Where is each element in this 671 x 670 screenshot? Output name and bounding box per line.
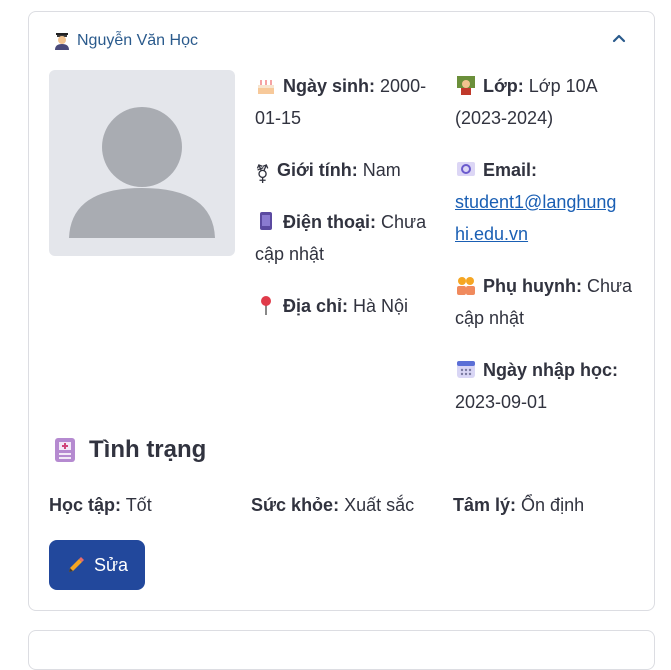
student-icon	[55, 33, 69, 50]
class-value-cont: (2023-2024)	[455, 108, 554, 128]
parent-field: Phụ huynh: Chưa cập nhật	[455, 270, 645, 334]
mobile-phone-icon	[260, 212, 272, 230]
study-label: Học tập:	[49, 495, 121, 515]
address-label: Địa chỉ:	[283, 296, 349, 316]
health-status: Sức khỏe: Xuất sắc	[251, 490, 414, 520]
parent-value: Chưa	[587, 276, 633, 296]
edit-button[interactable]: Sửa	[49, 540, 145, 590]
parent-label: Phụ huynh:	[483, 276, 582, 296]
teacher-icon	[457, 76, 475, 95]
dob-value: 2000-	[380, 76, 427, 96]
gender-label: Giới tính:	[277, 160, 358, 180]
mental-status: Tâm lý: Ổn định	[453, 490, 584, 520]
next-card	[28, 630, 655, 670]
phone-field: Điện thoại: Chưa cập nhật	[255, 206, 445, 270]
student-name[interactable]: Nguyễn Văn Học	[77, 32, 198, 50]
avatar-placeholder-icon	[69, 107, 215, 238]
calendar-icon	[457, 361, 475, 378]
phone-label: Điện thoại:	[283, 212, 376, 232]
study-value: Tốt	[125, 495, 152, 515]
dob-label: Ngày sinh:	[283, 76, 376, 96]
phone-value: Chưa	[381, 212, 427, 232]
card-header[interactable]: Nguyễn Văn Học	[29, 12, 654, 70]
gender-value: Nam	[362, 160, 401, 180]
class-field: Lớp: Lớp 10A (2023-2024)	[455, 70, 645, 134]
gender-field: ⚧ Giới tính: Nam	[255, 154, 445, 186]
birthday-cake-icon	[258, 80, 274, 94]
health-value: Xuất sắc	[344, 495, 415, 515]
parents-icon	[457, 277, 475, 295]
edit-button-label: Sửa	[93, 554, 129, 575]
phone-value-cont: cập nhật	[255, 244, 325, 264]
class-value: Lớp 10A	[528, 76, 598, 96]
email-label: Email:	[483, 160, 538, 180]
class-label: Lớp:	[483, 76, 524, 96]
address-field: Địa chỉ: Hà Nội	[255, 290, 445, 322]
health-label: Sức khỏe:	[251, 495, 340, 515]
enroll-label: Ngày nhập học:	[483, 360, 619, 380]
enroll-field: Ngày nhập học: 2023-09-01	[455, 354, 645, 418]
enroll-value: 2023-09-01	[455, 392, 548, 412]
avatar	[49, 70, 235, 256]
email-icon	[457, 162, 475, 176]
email-link[interactable]: student1@langhung	[455, 192, 616, 212]
dob-value-cont: 01-15	[255, 108, 302, 128]
mental-value: Ổn định	[521, 495, 585, 515]
map-pin-icon	[261, 296, 271, 315]
student-card: Nguyễn Văn Học Ngày sinh: 2000- 01-15 ⚧ G…	[28, 11, 655, 611]
address-value: Hà Nội	[353, 296, 409, 316]
chevron-up-icon[interactable]	[610, 30, 628, 48]
study-status: Học tập: Tốt	[49, 490, 152, 520]
pencil-icon	[68, 557, 84, 572]
parent-value-cont: cập nhật	[455, 308, 525, 328]
status-title: Tình trạng	[53, 436, 206, 464]
dob-field: Ngày sinh: 2000- 01-15	[255, 70, 435, 134]
status-title-text: Tình trạng	[89, 436, 207, 463]
email-field: Email: student1@langhung hi.edu.vn	[455, 154, 645, 250]
medical-record-icon	[55, 438, 75, 462]
mental-label: Tâm lý:	[453, 495, 517, 515]
email-link-cont[interactable]: hi.edu.vn	[455, 224, 528, 244]
gender-symbol-icon: ⚧	[255, 164, 271, 184]
